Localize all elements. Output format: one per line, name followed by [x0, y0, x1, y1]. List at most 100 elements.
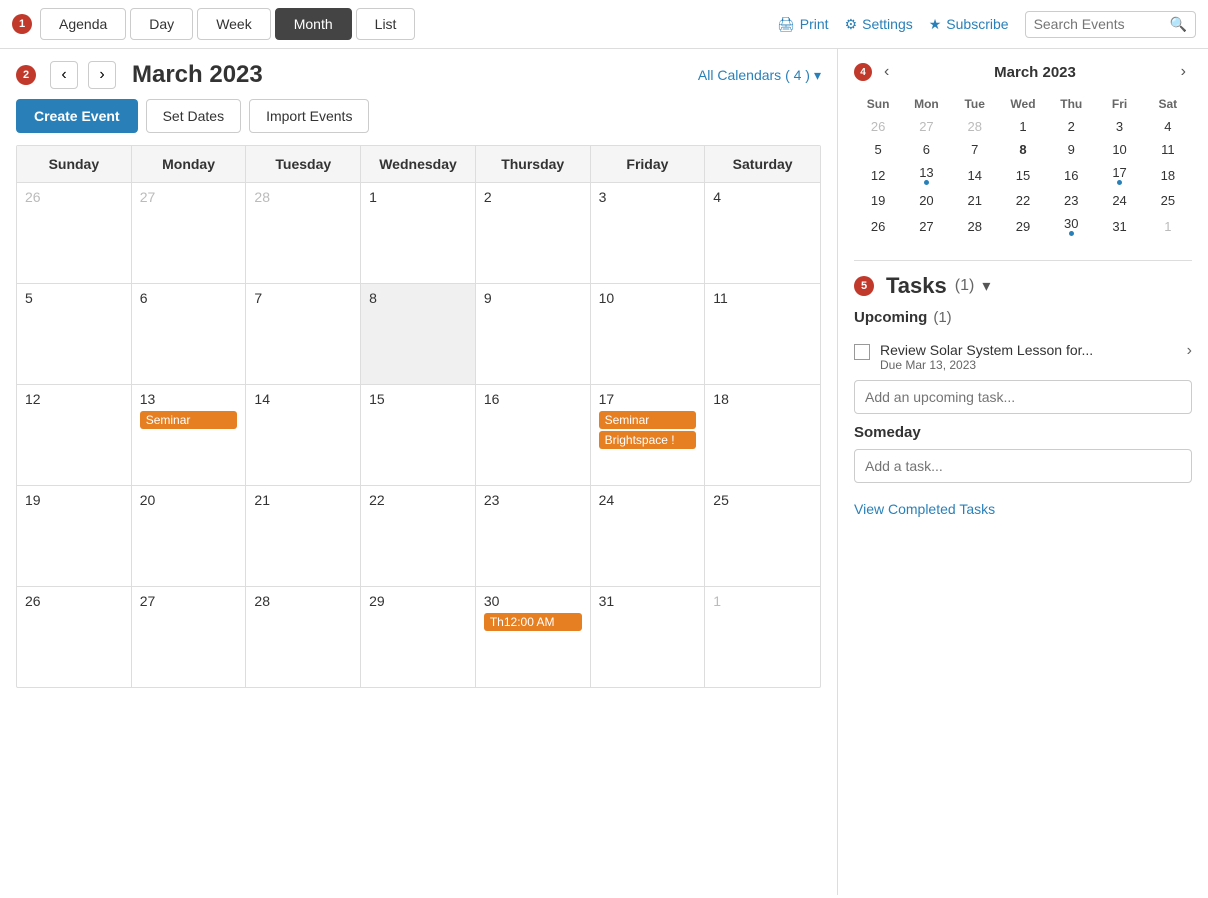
cal-cell[interactable]: 29 [361, 587, 476, 687]
cal-cell[interactable]: 19 [17, 486, 132, 586]
cal-cell[interactable]: 23 [476, 486, 591, 586]
mini-day-cell[interactable]: 11 [1144, 138, 1192, 161]
cal-cell[interactable]: 17SeminarBrightspace ! [591, 385, 706, 485]
import-events-button[interactable]: Import Events [249, 99, 369, 133]
cal-cell[interactable]: 18 [705, 385, 820, 485]
mini-day-cell[interactable]: 20 [902, 189, 950, 212]
subscribe-button[interactable]: ★ Subscribe [929, 16, 1009, 33]
event-pill[interactable]: Seminar [599, 411, 697, 429]
mini-day-cell[interactable]: 1 [999, 115, 1047, 138]
mini-day-cell[interactable]: 6 [902, 138, 950, 161]
cal-cell[interactable]: 20 [132, 486, 247, 586]
cal-cell[interactable]: 16 [476, 385, 591, 485]
task-checkbox[interactable] [854, 344, 870, 360]
tab-day[interactable]: Day [130, 8, 193, 40]
mini-day-cell[interactable]: 16 [1047, 161, 1095, 189]
mini-day-cell[interactable]: 22 [999, 189, 1047, 212]
mini-day-cell[interactable]: 31 [1095, 212, 1143, 240]
tasks-chevron-icon[interactable]: ▾ [982, 276, 990, 296]
mini-day-cell[interactable]: 7 [951, 138, 999, 161]
print-button[interactable]: 🖨 Print [777, 16, 829, 33]
cal-cell[interactable]: 2 [476, 183, 591, 283]
set-dates-button[interactable]: Set Dates [146, 99, 241, 133]
mini-day-cell[interactable]: 24 [1095, 189, 1143, 212]
cal-cell[interactable]: 7 [246, 284, 361, 384]
cal-cell[interactable]: 28 [246, 183, 361, 283]
mini-day-cell[interactable]: 8 [999, 138, 1047, 161]
cal-cell[interactable]: 6 [132, 284, 247, 384]
cal-cell[interactable]: 13Seminar [132, 385, 247, 485]
mini-day-cell[interactable]: 10 [1095, 138, 1143, 161]
mini-day-cell[interactable]: 1 [1144, 212, 1192, 240]
mini-day-cell[interactable]: 30 [1047, 212, 1095, 240]
mini-day-cell[interactable]: 28 [951, 115, 999, 138]
mini-day-name: Sat [1144, 93, 1192, 115]
mini-next-button[interactable]: › [1175, 61, 1192, 83]
cal-cell[interactable]: 5 [17, 284, 132, 384]
cal-cell[interactable]: 11 [705, 284, 820, 384]
tab-month[interactable]: Month [275, 8, 352, 40]
mini-day-cell[interactable]: 25 [1144, 189, 1192, 212]
cal-cell[interactable]: 9 [476, 284, 591, 384]
mini-prev-button[interactable]: ‹ [878, 61, 895, 83]
search-box[interactable]: 🔍 [1025, 11, 1196, 38]
mini-day-cell[interactable]: 9 [1047, 138, 1095, 161]
mini-day-cell[interactable]: 2 [1047, 115, 1095, 138]
mini-day-cell[interactable]: 27 [902, 115, 950, 138]
mini-day-cell[interactable]: 28 [951, 212, 999, 240]
mini-day-cell[interactable]: 19 [854, 189, 902, 212]
cal-cell[interactable]: 1 [705, 587, 820, 687]
cal-cell[interactable]: 27 [132, 587, 247, 687]
event-pill[interactable]: Th12:00 AM [484, 613, 582, 631]
cal-cell[interactable]: 1 [361, 183, 476, 283]
add-upcoming-task-input[interactable] [854, 380, 1192, 414]
cal-cell[interactable]: 24 [591, 486, 706, 586]
mini-day-cell[interactable]: 12 [854, 161, 902, 189]
mini-day-cell[interactable]: 18 [1144, 161, 1192, 189]
task-detail-arrow[interactable]: › [1187, 342, 1192, 360]
cal-cell[interactable]: 30Th12:00 AM [476, 587, 591, 687]
search-input[interactable] [1034, 16, 1164, 32]
cal-cell[interactable]: 4 [705, 183, 820, 283]
create-event-button[interactable]: Create Event [16, 99, 138, 133]
cal-cell[interactable]: 28 [246, 587, 361, 687]
mini-day-cell[interactable]: 26 [854, 115, 902, 138]
mini-day-cell[interactable]: 26 [854, 212, 902, 240]
prev-month-button[interactable]: ‹ [50, 61, 78, 89]
mini-day-cell[interactable]: 13 [902, 161, 950, 189]
tab-week[interactable]: Week [197, 8, 271, 40]
tab-list[interactable]: List [356, 8, 416, 40]
all-calendars-button[interactable]: All Calendars ( 4 ) ▾ [698, 67, 821, 84]
cal-cell[interactable]: 31 [591, 587, 706, 687]
mini-day-cell[interactable]: 29 [999, 212, 1047, 240]
next-month-button[interactable]: › [88, 61, 116, 89]
cal-cell[interactable]: 10 [591, 284, 706, 384]
settings-button[interactable]: ⚙ Settings [845, 16, 913, 33]
cal-cell[interactable]: 27 [132, 183, 247, 283]
event-pill[interactable]: Brightspace ! [599, 431, 697, 449]
cal-cell[interactable]: 26 [17, 587, 132, 687]
view-completed-link[interactable]: View Completed Tasks [854, 501, 1192, 517]
cal-cell[interactable]: 25 [705, 486, 820, 586]
mini-day-cell[interactable]: 5 [854, 138, 902, 161]
event-pill[interactable]: Seminar [140, 411, 238, 429]
cal-cell[interactable]: 14 [246, 385, 361, 485]
mini-day-cell[interactable]: 15 [999, 161, 1047, 189]
mini-day-cell[interactable]: 21 [951, 189, 999, 212]
cal-cell[interactable]: 21 [246, 486, 361, 586]
cal-cell[interactable]: 3 [591, 183, 706, 283]
mini-day-cell[interactable]: 3 [1095, 115, 1143, 138]
cal-cell[interactable]: 26 [17, 183, 132, 283]
cal-cell[interactable]: 8 [361, 284, 476, 384]
add-someday-task-input[interactable] [854, 449, 1192, 483]
cal-cell[interactable]: 22 [361, 486, 476, 586]
mini-day-cell[interactable]: 14 [951, 161, 999, 189]
nav-badge-5: 5 [854, 276, 874, 296]
mini-day-cell[interactable]: 4 [1144, 115, 1192, 138]
mini-day-cell[interactable]: 27 [902, 212, 950, 240]
cal-cell[interactable]: 12 [17, 385, 132, 485]
mini-day-cell[interactable]: 17 [1095, 161, 1143, 189]
tab-agenda[interactable]: Agenda [40, 8, 126, 40]
cal-cell[interactable]: 15 [361, 385, 476, 485]
mini-day-cell[interactable]: 23 [1047, 189, 1095, 212]
